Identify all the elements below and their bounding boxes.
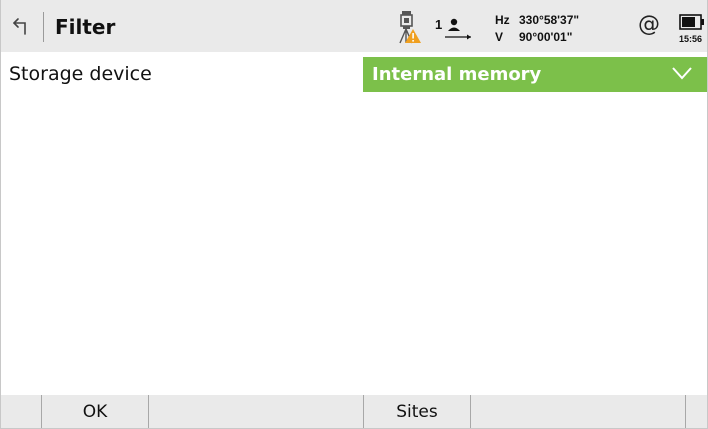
ok-button[interactable]: OK: [42, 395, 148, 428]
storage-device-dropdown[interactable]: Internal memory: [363, 57, 707, 92]
chevron-down-icon: [672, 67, 692, 80]
header-divider: [43, 12, 44, 42]
battery-icon[interactable]: [679, 14, 705, 30]
softkey-bar: OK Sites: [1, 395, 707, 428]
storage-device-label: Storage device: [9, 63, 152, 85]
v-label: V: [495, 30, 504, 44]
page-title: Filter: [55, 15, 116, 39]
softkey-separator: [685, 395, 686, 428]
softkey-empty-2[interactable]: [149, 395, 363, 428]
face-person-icon: [445, 18, 471, 40]
clock-time: 15:56: [679, 34, 703, 44]
face-indicator[interactable]: 1: [433, 18, 473, 44]
storage-device-value: Internal memory: [372, 64, 542, 85]
storage-device-row: Storage device Internal memory: [1, 56, 707, 94]
hz-value: 330°58'37": [519, 13, 580, 27]
at-icon[interactable]: @: [638, 13, 660, 37]
face-number: 1: [435, 17, 443, 32]
back-arrow-icon[interactable]: [7, 12, 37, 40]
v-value: 90°00'01": [519, 30, 573, 44]
softkey-empty-4[interactable]: [471, 395, 685, 428]
hz-label: Hz: [495, 13, 510, 27]
angle-readout: Hz 330°58'37" V 90°00'01": [495, 12, 625, 46]
header-bar: Filter 1 Hz 330°58'37" V 90°00'01" @ 15:…: [1, 0, 707, 52]
filter-screen: Filter 1 Hz 330°58'37" V 90°00'01" @ 15:…: [0, 0, 708, 429]
sites-button[interactable]: Sites: [364, 395, 470, 428]
instrument-warning-icon[interactable]: [396, 10, 422, 46]
